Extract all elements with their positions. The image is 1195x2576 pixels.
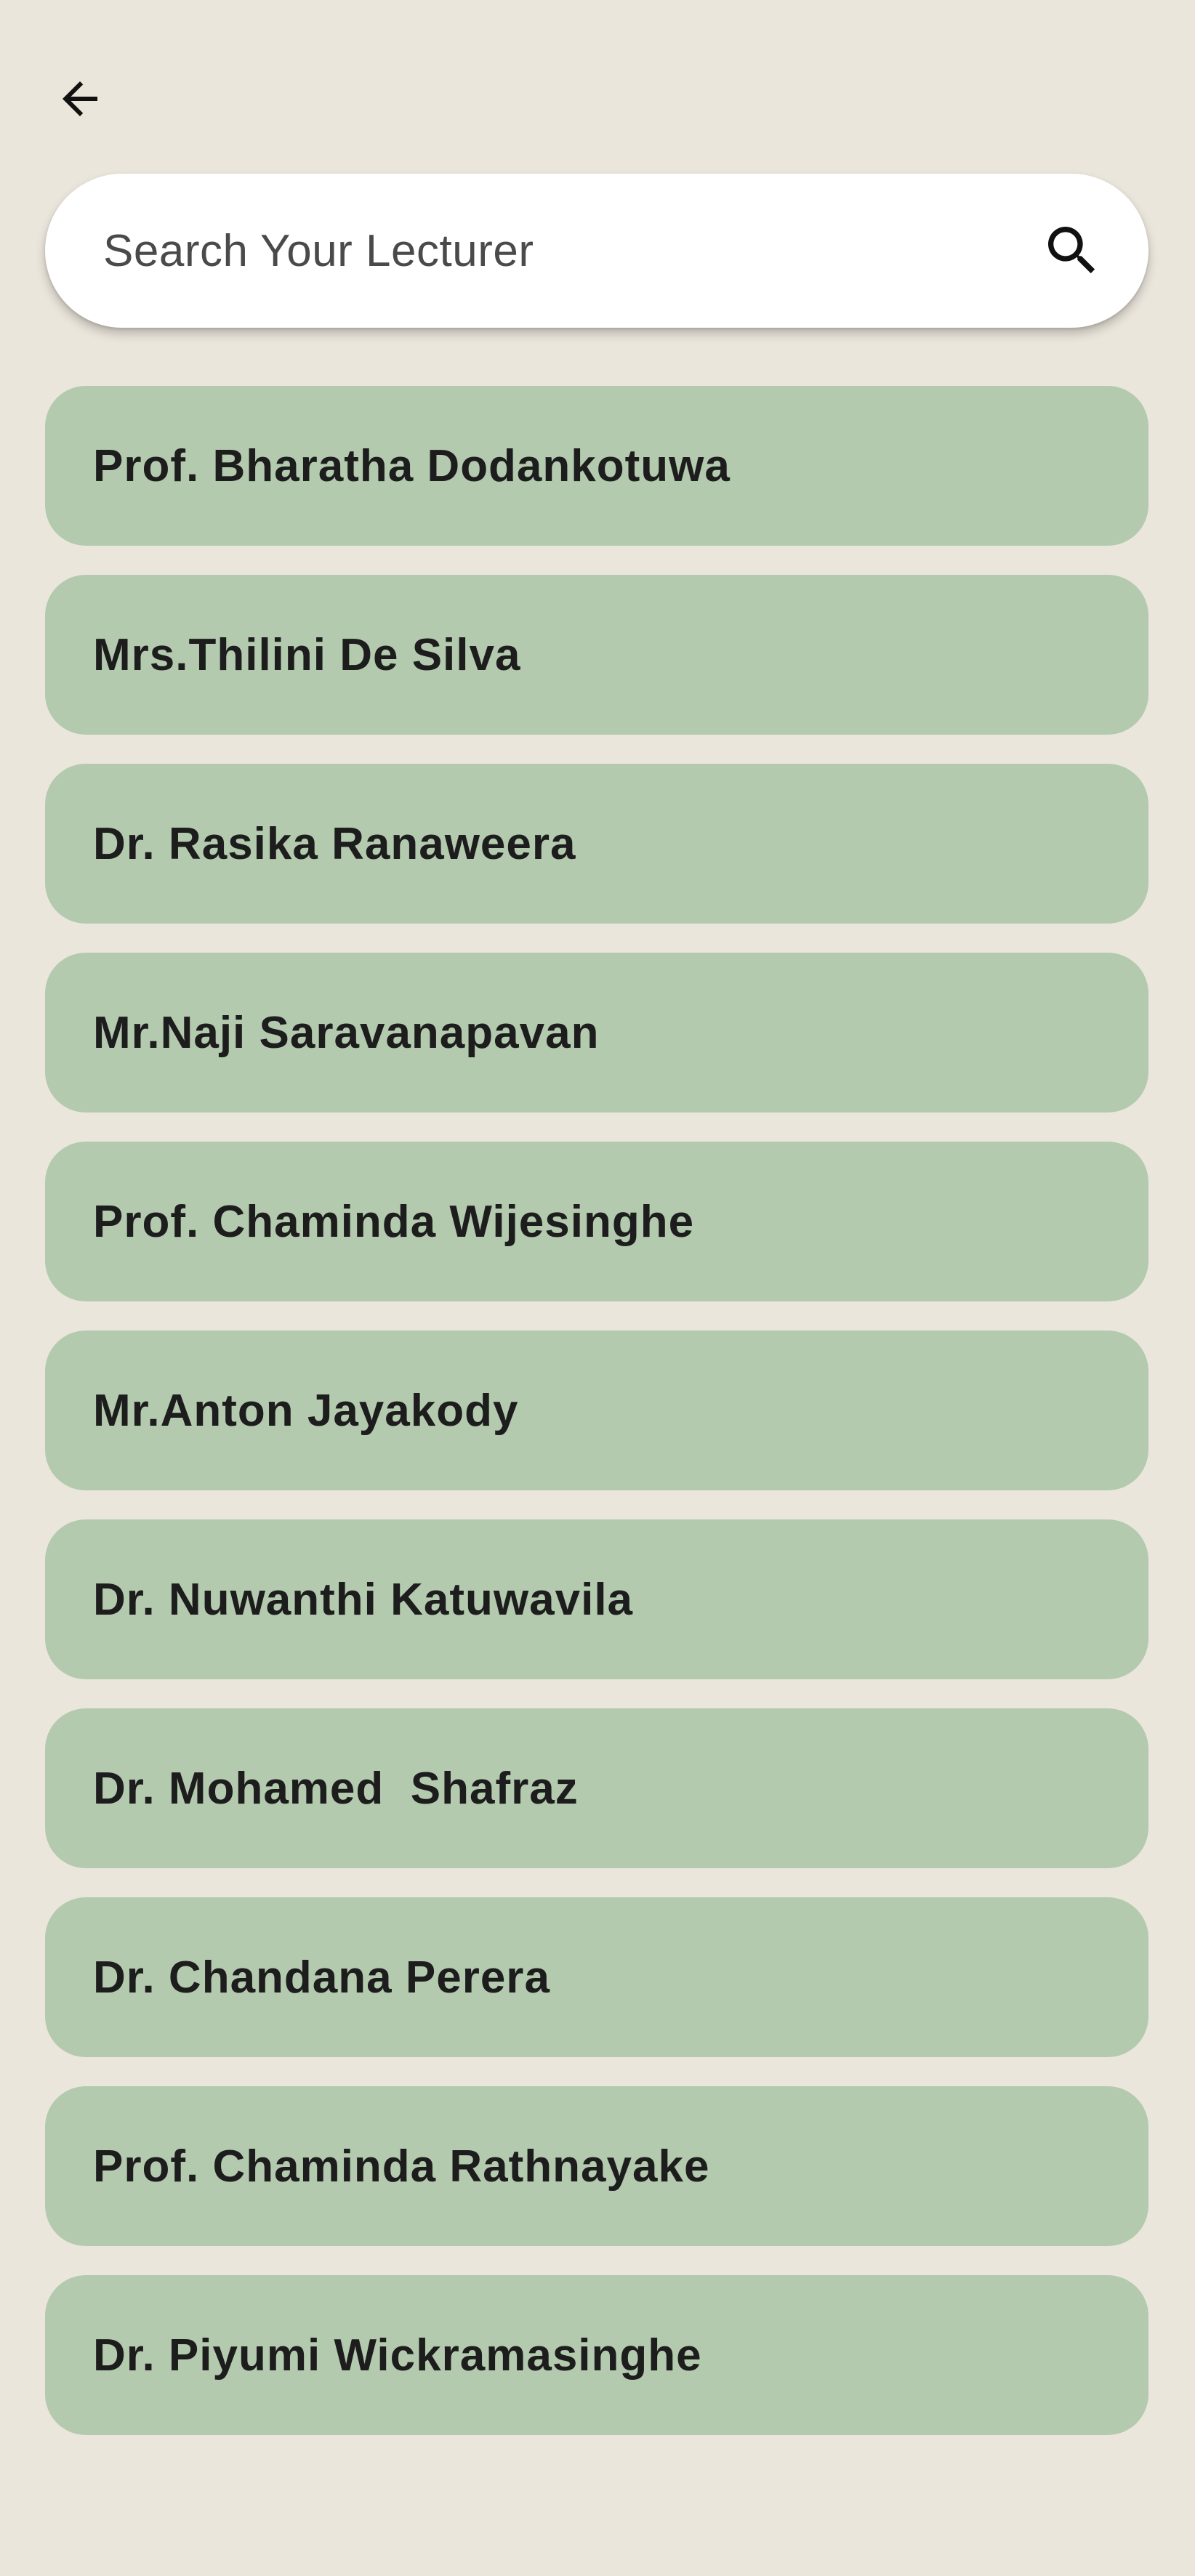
lecturer-list: Prof. Bharatha Dodankotuwa Mrs.Thilini D… — [45, 386, 1148, 2464]
lecturer-item[interactable]: Dr. Piyumi Wickramasinghe — [45, 2275, 1148, 2435]
arrow-left-icon — [63, 81, 97, 116]
lecturer-item[interactable]: Dr. Rasika Ranaweera — [45, 764, 1148, 924]
lecturer-name: Prof. Chaminda Rathnayake — [93, 2141, 710, 2192]
lecturer-item[interactable]: Dr. Chandana Perera — [45, 1897, 1148, 2057]
search-icon — [1048, 227, 1095, 274]
lecturer-item[interactable]: Mrs.Thilini De Silva — [45, 575, 1148, 735]
lecturer-item[interactable]: Mr.Naji Saravanapavan — [45, 953, 1148, 1113]
lecturer-name: Dr. Rasika Ranaweera — [93, 818, 576, 869]
search-bar — [45, 174, 1148, 328]
search-button[interactable] — [1032, 211, 1112, 291]
lecturer-item[interactable]: Dr. Mohamed Shafraz — [45, 1708, 1148, 1868]
search-input[interactable] — [103, 214, 1032, 287]
lecturer-item[interactable]: Dr. Nuwanthi Katuwavila — [45, 1519, 1148, 1679]
lecturer-item[interactable]: Prof. Chaminda Wijesinghe — [45, 1142, 1148, 1301]
lecturer-name: Prof. Chaminda Wijesinghe — [93, 1196, 695, 1247]
lecturer-name: Dr. Mohamed Shafraz — [93, 1763, 579, 1814]
lecturer-name: Dr. Piyumi Wickramasinghe — [93, 2330, 702, 2381]
lecturer-name: Dr. Nuwanthi Katuwavila — [93, 1574, 634, 1625]
lecturer-name: Mr.Anton Jayakody — [93, 1385, 519, 1436]
lecturer-name: Dr. Chandana Perera — [93, 1952, 550, 2003]
lecturer-name: Mrs.Thilini De Silva — [93, 629, 521, 680]
lecturer-name: Mr.Naji Saravanapavan — [93, 1007, 600, 1058]
back-button[interactable] — [45, 64, 115, 134]
lecturer-name: Prof. Bharatha Dodankotuwa — [93, 440, 731, 491]
lecturer-item[interactable]: Prof. Chaminda Rathnayake — [45, 2086, 1148, 2246]
lecturer-item[interactable]: Mr.Anton Jayakody — [45, 1331, 1148, 1490]
lecturer-item[interactable]: Prof. Bharatha Dodankotuwa — [45, 386, 1148, 546]
